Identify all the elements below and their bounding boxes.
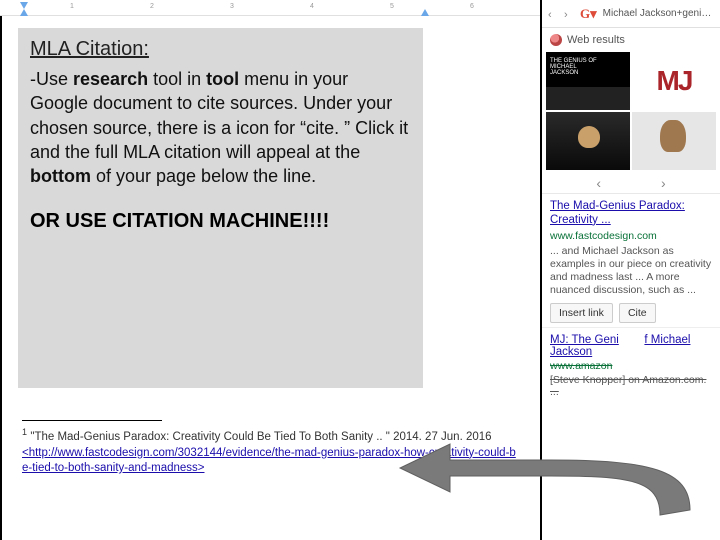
bold-research: research xyxy=(73,69,148,89)
ruler-mark: 6 xyxy=(470,3,474,10)
t: www.amazon xyxy=(550,360,612,372)
footnote-line: 1 "The Mad-Genius Paradox: Creativity Co… xyxy=(22,427,522,446)
search-query-text[interactable]: Michael Jackson+genius+ma xyxy=(603,8,714,19)
window-left-edge xyxy=(0,0,2,540)
result-url: www.amazon xyxy=(550,360,712,372)
result-snippet: ... and Michael Jackson as examples in o… xyxy=(550,245,712,298)
globe-icon xyxy=(550,34,562,46)
image-result-4[interactable] xyxy=(632,112,716,170)
callout-title: MLA Citation: xyxy=(30,38,411,61)
sidebar-search-bar: ‹ › G▾ Michael Jackson+genius+ma xyxy=(542,0,720,28)
footnote-area: 1 "The Mad-Genius Paradox: Creativity Co… xyxy=(22,420,522,477)
first-line-indent-marker[interactable] xyxy=(20,2,28,9)
ruler-mark: 2 xyxy=(150,3,154,10)
image-prev-icon[interactable]: ‹ xyxy=(596,175,601,191)
cite-button[interactable]: Cite xyxy=(619,303,656,323)
ruler-mark: 4 xyxy=(310,3,314,10)
ruler-mark: 3 xyxy=(230,3,234,10)
ruler-mark: 1 xyxy=(70,3,74,10)
callout-or-line: OR USE CITATION MACHINE!!!! xyxy=(30,210,411,233)
t: tool in xyxy=(148,69,206,89)
t: JACKSON xyxy=(550,70,578,76)
image-result-3[interactable] xyxy=(546,112,630,170)
image-results-grid: THE GENIUS OF MICHAEL JACKSON MJ xyxy=(542,50,720,172)
image-mj-text: MJ xyxy=(657,65,692,97)
image-result-2[interactable]: MJ xyxy=(632,52,716,110)
left-indent-marker[interactable] xyxy=(20,9,28,16)
ruler-mark: 5 xyxy=(390,3,394,10)
image-caption: THE GENIUS OF MICHAEL JACKSON xyxy=(550,58,597,76)
results-header-label: Web results xyxy=(567,34,625,46)
t: [Steve Knopper] on Amazon.com. ... xyxy=(550,374,706,398)
bold-bottom: bottom xyxy=(30,166,91,186)
result-title-link[interactable]: The Mad-Genius Paradox: Creativity ... xyxy=(550,200,712,228)
callout-body: -Use research tool in tool menu in your … xyxy=(30,67,411,188)
right-indent-marker[interactable] xyxy=(421,9,429,16)
web-result-2: MJ: The Geni____f Michael Jackson www.am… xyxy=(542,328,720,398)
footnote-url[interactable]: <http://www.fastcodesign.com/3032144/evi… xyxy=(22,446,522,477)
sidebar-results-header: Web results xyxy=(542,28,720,50)
bold-tool: tool xyxy=(206,69,239,89)
result-title-link[interactable]: MJ: The Geni____f Michael Jackson xyxy=(550,334,712,358)
result-actions: Insert link Cite xyxy=(550,303,712,323)
footnote-number: 1 xyxy=(22,427,27,437)
image-result-1[interactable]: THE GENIUS OF MICHAEL JACKSON xyxy=(546,52,630,110)
screenshot-root: 1 2 3 4 5 6 MLA Citation: -Use research … xyxy=(0,0,720,540)
t: of your page below the line. xyxy=(91,166,316,186)
t: MJ: The Geni xyxy=(550,334,619,346)
instruction-callout: MLA Citation: -Use research tool in tool… xyxy=(18,28,423,388)
footnote-title-text: "The Mad-Genius Paradox: Creativity Coul… xyxy=(30,431,491,443)
footnote-separator xyxy=(22,420,162,421)
nav-forward-icon[interactable]: › xyxy=(564,9,574,19)
web-result-1: The Mad-Genius Paradox: Creativity ... w… xyxy=(542,194,720,328)
result-snippet: [Steve Knopper] on Amazon.com. ... xyxy=(550,374,712,398)
research-sidebar: ‹ › G▾ Michael Jackson+genius+ma Web res… xyxy=(542,0,720,540)
insert-link-button[interactable]: Insert link xyxy=(550,303,613,323)
nav-back-icon[interactable]: ‹ xyxy=(548,9,558,19)
image-pager: ‹ › xyxy=(542,172,720,194)
result-url: www.fastcodesign.com xyxy=(550,230,712,242)
google-logo-icon: G▾ xyxy=(580,6,597,22)
image-next-icon[interactable]: › xyxy=(661,175,666,191)
t: -Use xyxy=(30,69,73,89)
